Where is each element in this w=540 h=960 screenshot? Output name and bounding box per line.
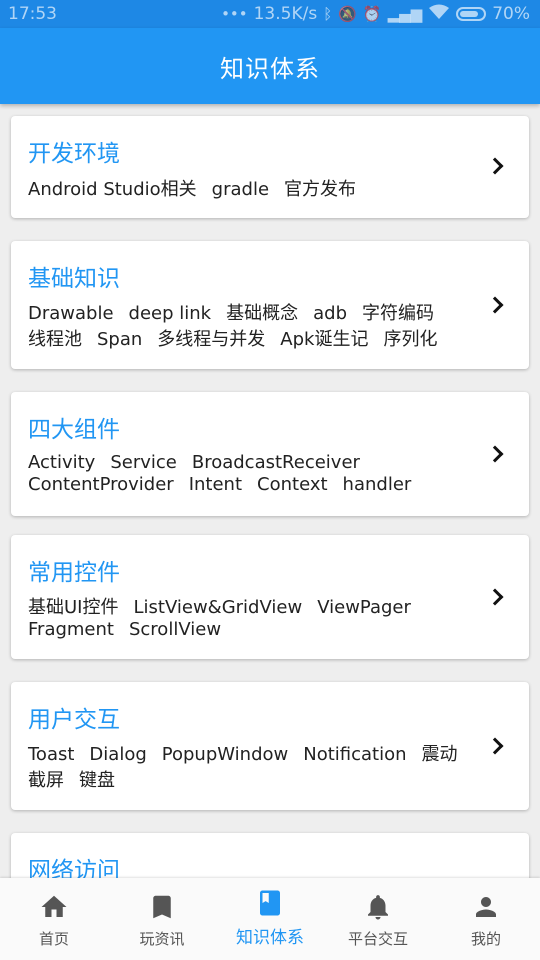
person-icon [476, 897, 496, 917]
nav-label: 平台交互 [347, 930, 408, 948]
home-icon [41, 895, 67, 917]
nav-item-platform[interactable]: 平台交互 [324, 878, 432, 960]
category-card[interactable]: 网络访问 [11, 833, 529, 878]
tag: Android Studio相关 [28, 179, 197, 200]
tag: Fragment [28, 619, 114, 640]
nav-label: 我的 [470, 930, 501, 948]
tag: Span [97, 329, 143, 350]
tag: 震动 [421, 744, 458, 765]
tag: 多线程与并发 [157, 329, 266, 350]
tag: Activity [28, 452, 96, 473]
category-card[interactable]: 四大组件 Activity Service BroadcastReceiver … [11, 392, 529, 516]
mute-icon: 🔕 [338, 5, 357, 23]
category-title: 网络访问 [28, 858, 120, 878]
tag: 官方发布 [284, 179, 357, 200]
app-bar: 知识体系 [0, 28, 540, 104]
category-tags: Activity Service BroadcastReceiver Conte… [28, 452, 468, 496]
nav-item-knowledge[interactable]: 知识体系 [216, 878, 324, 960]
tag: Apk诞生记 [280, 329, 369, 350]
status-time: 17:53 [8, 4, 57, 24]
tag: 基础概念 [226, 303, 299, 324]
tag: BroadcastReceiver [191, 452, 360, 473]
nav-item-home[interactable]: 首页 [0, 878, 108, 960]
wifi-icon [428, 4, 450, 24]
bookmark-icon [153, 895, 171, 919]
tag: Dialog [89, 744, 147, 765]
chevron-right-icon [486, 157, 504, 175]
tag: ScrollView [128, 619, 222, 640]
tag: 基础UI控件 [28, 597, 119, 618]
category-title: 四大组件 [28, 417, 120, 443]
tag: ListView&GridView [133, 597, 303, 618]
signal-icon: ▂▄▆ [387, 5, 423, 23]
tag: 键盘 [79, 770, 115, 791]
category-tags: Drawable deep link 基础概念 adb 字符编码 线程池 Spa… [28, 301, 468, 353]
tag: 截屏 [28, 770, 64, 791]
tag: 字符编码 [362, 303, 434, 324]
category-tags: Toast Dialog PopupWindow Notification 震动… [28, 742, 468, 794]
more-dots-icon: ••• [221, 5, 248, 23]
tag: adb [313, 303, 347, 324]
nav-label: 知识体系 [236, 928, 304, 948]
nav-item-mine[interactable]: 我的 [432, 878, 540, 960]
category-title: 基础知识 [28, 266, 120, 292]
tag: Intent [188, 474, 243, 495]
category-title: 开发环境 [28, 141, 120, 167]
status-indicators: ••• 13.5K/s ᛒ 🔕 ⏰ ▂▄▆ 70% [221, 4, 530, 24]
nav-item-news[interactable]: 玩资讯 [108, 878, 216, 960]
tag: Context [257, 474, 328, 495]
tag: Service [110, 452, 177, 473]
bell-icon [368, 895, 388, 920]
tag: 序列化 [383, 329, 438, 350]
category-card[interactable]: 开发环境 Android Studio相关 gradle 官方发布 [11, 116, 529, 218]
chevron-right-icon [486, 445, 504, 463]
tag: handler [342, 474, 412, 495]
bottom-navigation: 首页 玩资讯 知识体系 平台交互 我的 [0, 878, 540, 960]
tag: ContentProvider [28, 474, 174, 495]
network-speed: 13.5K/s [253, 4, 318, 24]
battery-level: 70% [492, 4, 530, 24]
tag: deep link [128, 303, 212, 324]
tag: Drawable [28, 303, 114, 324]
nav-label: 首页 [38, 930, 69, 948]
chevron-right-icon [486, 296, 504, 314]
tag: ViewPager [317, 597, 411, 618]
category-title: 常用控件 [28, 560, 120, 586]
tag: Toast [28, 744, 75, 765]
category-title: 用户交互 [28, 707, 120, 733]
category-card[interactable]: 基础知识 Drawable deep link 基础概念 adb 字符编码 线程… [11, 241, 529, 369]
status-bar: 17:53 ••• 13.5K/s ᛒ 🔕 ⏰ ▂▄▆ 70% [0, 0, 540, 28]
category-card[interactable]: 用户交互 Toast Dialog PopupWindow Notificati… [11, 682, 529, 810]
category-tags: 基础UI控件 ListView&GridView ViewPager Fragm… [28, 597, 468, 641]
category-card[interactable]: 常用控件 基础UI控件 ListView&GridView ViewPager … [11, 535, 529, 659]
tag: Notification [303, 744, 407, 765]
battery-icon [456, 7, 487, 21]
alarm-icon: ⏰ [362, 5, 382, 23]
nav-label: 玩资讯 [139, 930, 185, 948]
knowledge-list[interactable]: 开发环境 Android Studio相关 gradle 官方发布 基础知识 D… [0, 104, 540, 878]
tag: PopupWindow [161, 744, 289, 765]
tag: 线程池 [28, 329, 82, 350]
chevron-right-icon [486, 588, 504, 606]
chevron-right-icon [486, 737, 504, 755]
page-title: 知识体系 [220, 54, 320, 83]
tag: gradle [211, 179, 270, 200]
category-tags: Android Studio相关 gradle 官方发布 [28, 177, 468, 203]
bluetooth-icon: ᛒ [323, 5, 333, 23]
book-icon [260, 890, 280, 916]
